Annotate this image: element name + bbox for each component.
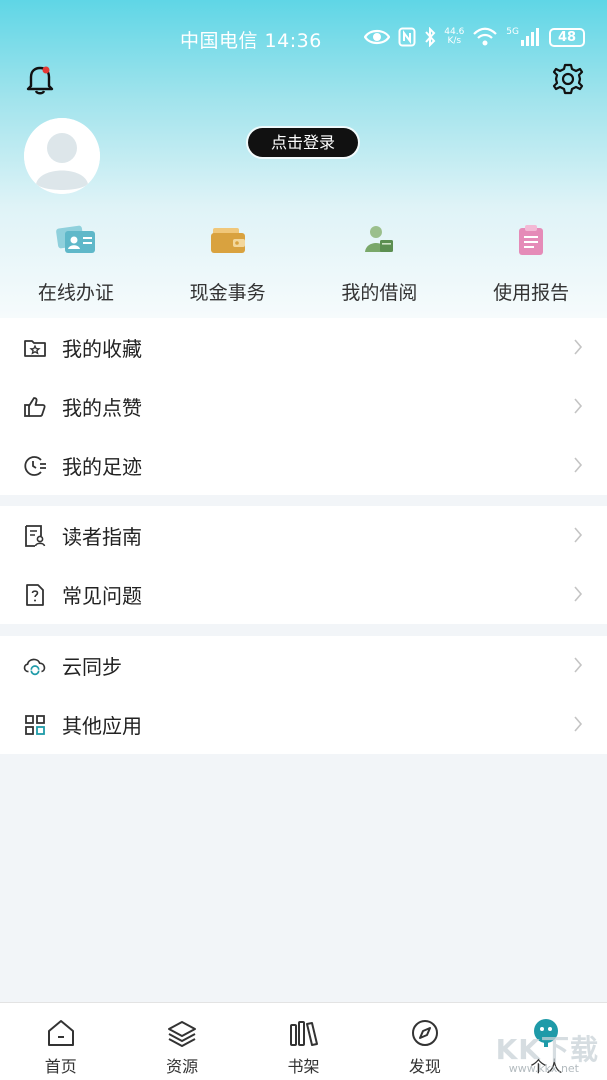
menu-item-history[interactable]: 我的足迹 [0,436,607,495]
quick-action-label: 现金事务 [189,282,266,304]
grid-apps-icon [25,714,45,735]
tab-label: 书架 [287,1057,320,1076]
nfc-icon [398,27,416,47]
quick-actions: 在线办证 现金事务 我的借阅 使用报告 [0,218,607,318]
clock-history-icon [24,455,46,476]
menu-item-label: 我的点赞 [62,396,142,420]
reader-icon [365,226,394,252]
wallet-icon [210,228,245,253]
quick-action-report[interactable]: 使用报告 [455,218,607,318]
quick-action-cash[interactable]: 现金事务 [152,218,304,318]
net-speed-unit: K/s [447,36,462,46]
question-document-icon [26,583,44,606]
signal-bars-icon [521,28,539,46]
menu-item-label: 云同步 [62,655,122,679]
signal-label: 5G [506,27,519,37]
chevron-right-icon [574,339,583,355]
menu-item-label: 读者指南 [62,525,142,549]
bookshelf-icon [289,1021,318,1046]
home-icon [47,1020,74,1046]
menu-item-cloud-sync[interactable]: 云同步 [0,636,607,695]
menu-item-label: 我的足迹 [62,455,142,479]
chevron-right-icon [574,657,583,673]
tab-home[interactable]: 首页 [0,1003,121,1080]
menu-item-favorites[interactable]: 我的收藏 [0,318,607,377]
menu-section-help: 读者指南 常见问题 [0,506,607,624]
login-button[interactable]: 点击登录 [248,128,358,157]
menu-section-personal: 我的收藏 我的点赞 我的足迹 [0,318,607,495]
bluetooth-icon [425,27,436,47]
quick-action-borrow[interactable]: 我的借阅 [304,218,456,318]
cloud-sync-icon [23,658,46,675]
chevron-right-icon [574,716,583,732]
status-bar: 中国电信 14:36 44.6 K/s 5G 48 [0,0,607,74]
notification-bell-icon[interactable] [22,62,58,96]
layers-icon [168,1021,197,1047]
settings-gear-icon[interactable] [551,62,585,96]
id-card-icon [55,225,95,253]
quick-action-label: 在线办证 [37,282,114,304]
thumbs-up-icon [24,396,46,417]
menu-item-faq[interactable]: 常见问题 [0,565,607,624]
avatar[interactable] [24,118,100,194]
cell-signal: 5G [506,28,541,46]
compass-icon [411,1020,438,1046]
tab-discover[interactable]: 发现 [364,1003,485,1080]
menu-item-likes[interactable]: 我的点赞 [0,377,607,436]
tab-label: 发现 [408,1057,441,1076]
tab-label: 首页 [44,1057,77,1076]
quick-action-label: 使用报告 [493,282,570,304]
default-avatar-icon [24,118,100,194]
wifi-icon [473,27,498,46]
menu-item-label: 其他应用 [62,714,142,738]
tab-bookshelf[interactable]: 书架 [243,1003,364,1080]
chevron-right-icon [574,398,583,414]
folder-star-icon [24,339,46,357]
menu-item-label: 我的收藏 [62,337,142,361]
quick-action-label: 我的借阅 [341,282,418,304]
chevron-right-icon [574,586,583,602]
profile-header: 中国电信 14:36 44.6 K/s 5G 48 点击登录 在线办证 现金事务… [0,0,607,318]
quick-action-online-card[interactable]: 在线办证 [0,218,152,318]
eye-icon [364,29,391,45]
tab-resources[interactable]: 资源 [121,1003,242,1080]
tab-label: 资源 [166,1057,199,1076]
battery-indicator: 48 [549,27,585,47]
status-icons: 44.6 K/s 5G 48 [364,24,585,50]
status-carrier-time: 中国电信 14:36 [180,30,322,52]
reader-guide-icon [25,524,46,547]
chevron-right-icon [574,527,583,543]
chevron-right-icon [574,457,583,473]
menu-item-label: 常见问题 [62,584,142,608]
clipboard-icon [519,225,544,255]
net-speed: 44.6 K/s [444,28,464,46]
menu-item-guide[interactable]: 读者指南 [0,506,607,565]
menu-item-other-apps[interactable]: 其他应用 [0,695,607,754]
menu-section-tools: 云同步 其他应用 [0,636,607,754]
watermark-url: www.kkx.net [508,1062,579,1075]
